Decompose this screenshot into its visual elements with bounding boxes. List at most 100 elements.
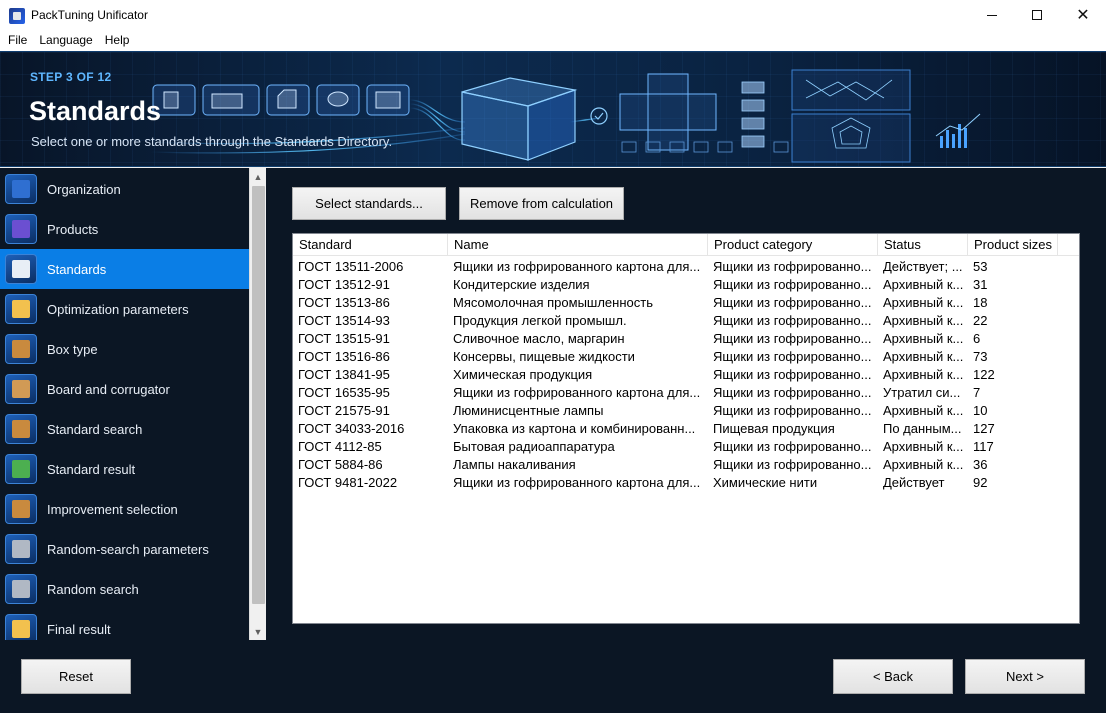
- cell-name: Химическая продукция: [453, 367, 593, 382]
- standards-table[interactable]: Standard Name Product category Status Pr…: [292, 233, 1080, 624]
- sidebar-item-random-search-parameters[interactable]: Random-search parameters: [0, 529, 249, 569]
- menu-file[interactable]: File: [2, 30, 33, 51]
- sidebar-item-standards[interactable]: Standards: [0, 249, 249, 289]
- column-header-standard[interactable]: Standard: [293, 234, 448, 256]
- bottles-icon: [5, 214, 37, 244]
- back-button[interactable]: < Back: [833, 659, 953, 694]
- table-row[interactable]: ГОСТ 13511-2006 Ящики из гофрированного к…: [293, 258, 1079, 276]
- dice-search-icon: [5, 574, 37, 604]
- maximize-button[interactable]: [1014, 0, 1060, 30]
- menu-language[interactable]: Language: [33, 30, 98, 51]
- sidebar-item-improvement-selection[interactable]: Improvement selection: [0, 489, 249, 529]
- minimize-button[interactable]: [969, 0, 1015, 30]
- sidebar-item-standard-result[interactable]: Standard result: [0, 449, 249, 489]
- sidebar-scrollbar[interactable]: ▲ ▼: [249, 168, 266, 640]
- column-header-product-category[interactable]: Product category: [708, 234, 878, 256]
- cell-status: Архивный к...: [883, 403, 964, 418]
- scroll-up-arrow-icon[interactable]: ▲: [250, 168, 266, 185]
- sidebar-item-optimization-parameters[interactable]: Optimization parameters: [0, 289, 249, 329]
- cell-product-sizes: 53: [973, 259, 988, 274]
- sidebar-item-label: Organization: [47, 182, 121, 197]
- table-row[interactable]: ГОСТ 4112-85 Бытовая радиоаппаратура Ящики…: [293, 438, 1079, 456]
- sidebar-item-standard-search[interactable]: Standard search: [0, 409, 249, 449]
- cell-product-sizes: 31: [973, 277, 988, 292]
- menu-bar: File Language Help: [0, 30, 1106, 51]
- cell-status: Архивный к...: [883, 439, 964, 454]
- cell-status: Действует: [883, 475, 945, 490]
- cell-name: Мясомолочная промышленность: [453, 295, 653, 310]
- select-standards-button[interactable]: Select standards...: [292, 187, 446, 220]
- column-header-product-sizes[interactable]: Product sizes: [968, 234, 1058, 256]
- sidebar-item-label: Standards: [47, 262, 107, 277]
- cell-product-sizes: 18: [973, 295, 988, 310]
- scrollbar-thumb[interactable]: [252, 186, 265, 604]
- cell-product-category: Химические нити: [713, 475, 818, 490]
- page-subtitle: Select one or more standards through the…: [31, 134, 393, 149]
- cell-standard: ГОСТ 16535-95: [298, 385, 390, 400]
- sidebar-item-box-type[interactable]: Box type: [0, 329, 249, 369]
- column-header-status[interactable]: Status: [878, 234, 968, 256]
- sidebar-item-board-and-corrugator[interactable]: Board and corrugator: [0, 369, 249, 409]
- table-row[interactable]: ГОСТ 13514-93 Продукция легкой промышл. Ящ…: [293, 312, 1079, 330]
- table-row[interactable]: ГОСТ 9481-2022 Ящики из гофрированного ка…: [293, 474, 1079, 492]
- cell-product-category: Ящики из гофрированно...: [713, 385, 872, 400]
- cell-product-sizes: 127: [973, 421, 995, 436]
- packaging-illustration: [150, 69, 981, 163]
- window-title: PackTuning Unificator: [31, 8, 148, 22]
- sidebar-item-label: Improvement selection: [47, 502, 178, 517]
- cell-product-category: Ящики из гофрированно...: [713, 439, 872, 454]
- cell-standard: ГОСТ 34033-2016: [298, 421, 405, 436]
- page-title: Standards: [29, 96, 162, 126]
- box-search-icon: [5, 414, 37, 444]
- cell-standard: ГОСТ 4112-85: [298, 439, 382, 454]
- table-row[interactable]: ГОСТ 13512-91 Кондитерские изделия Ящики и…: [293, 276, 1079, 294]
- table-row[interactable]: ГОСТ 13515-91 Сливочное масло, маргарин Ящ…: [293, 330, 1079, 348]
- table-row[interactable]: ГОСТ 13516-86 Консервы, пищевые жидкости Я…: [293, 348, 1079, 366]
- cell-status: Архивный к...: [883, 367, 964, 382]
- cell-standard: ГОСТ 13841-95: [298, 367, 390, 382]
- cell-product-sizes: 10: [973, 403, 988, 418]
- cell-name: Сливочное масло, маргарин: [453, 331, 625, 346]
- cell-status: Архивный к...: [883, 277, 964, 292]
- table-row[interactable]: ГОСТ 16535-95 Ящики из гофрированного кар…: [293, 384, 1079, 402]
- sidebar-item-label: Standard search: [47, 422, 143, 437]
- cell-name: Консервы, пищевые жидкости: [453, 349, 635, 364]
- sidebar-item-final-result[interactable]: Final result: [0, 609, 249, 640]
- cell-product-sizes: 22: [973, 313, 988, 328]
- cell-name: Ящики из гофрированного картона для...: [453, 385, 701, 400]
- table-header: Standard Name Product category Status Pr…: [293, 234, 1079, 256]
- menu-help[interactable]: Help: [99, 30, 136, 51]
- cell-name: Кондитерские изделия: [453, 277, 590, 292]
- table-row[interactable]: ГОСТ 34033-2016 Упаковка из картона и ком…: [293, 420, 1079, 438]
- cell-product-category: Ящики из гофрированно...: [713, 277, 872, 292]
- table-row[interactable]: ГОСТ 5884-86 Лампы накаливания Ящики из го…: [293, 456, 1079, 474]
- sidebar-item-label: Random search: [47, 582, 139, 597]
- remove-from-calculation-button[interactable]: Remove from calculation: [459, 187, 624, 220]
- cell-standard: ГОСТ 13511-2006: [298, 259, 404, 274]
- cell-status: Действует; ...: [883, 259, 963, 274]
- column-header-name[interactable]: Name: [448, 234, 708, 256]
- sidebar-item-products[interactable]: Products: [0, 209, 249, 249]
- cell-status: Архивный к...: [883, 349, 964, 364]
- reset-button[interactable]: Reset: [21, 659, 131, 694]
- trophy-icon: [5, 614, 37, 640]
- boxes-icon: [5, 334, 37, 364]
- app-logo-icon: [9, 8, 25, 24]
- cell-product-category: Ящики из гофрированно...: [713, 295, 872, 310]
- gears-icon: [5, 534, 37, 564]
- table-row[interactable]: ГОСТ 21575-91 Люминисцентные лампы Ящики и…: [293, 402, 1079, 420]
- table-row[interactable]: ГОСТ 13841-95 Химическая продукция Ящики и…: [293, 366, 1079, 384]
- box-gear-icon: [5, 494, 37, 524]
- sidebar-item-organization[interactable]: Organization: [0, 169, 249, 209]
- cell-product-sizes: 117: [973, 439, 994, 454]
- close-button[interactable]: ✕: [1060, 0, 1106, 30]
- scroll-down-arrow-icon[interactable]: ▼: [250, 623, 266, 640]
- cell-name: Бытовая радиоаппаратура: [453, 439, 615, 454]
- next-button[interactable]: Next >: [965, 659, 1085, 694]
- box-check-icon: [5, 454, 37, 484]
- sidebar-item-label: Random-search parameters: [47, 542, 209, 557]
- close-icon: ✕: [1076, 5, 1090, 24]
- table-row[interactable]: ГОСТ 13513-86 Мясомолочная промышленность…: [293, 294, 1079, 312]
- sidebar-item-random-search[interactable]: Random search: [0, 569, 249, 609]
- cell-standard: ГОСТ 13515-91: [298, 331, 390, 346]
